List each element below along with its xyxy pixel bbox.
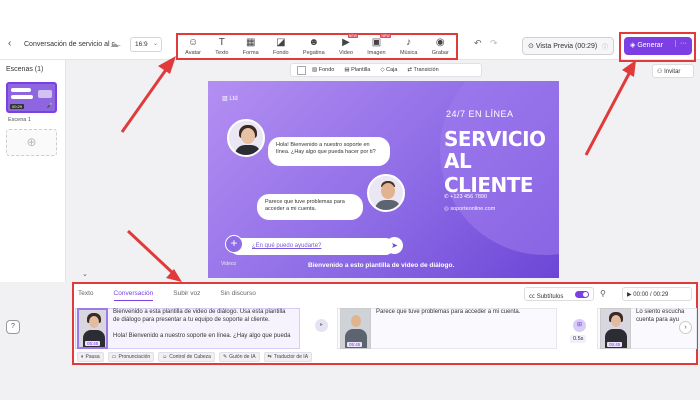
arrow-to-panel [126,229,178,278]
arrowhead [166,269,182,282]
arrowhead [158,56,176,74]
arrow-to-generate [584,67,634,156]
arrow-to-toolbar [120,63,172,133]
annotation-arrows [120,56,636,282]
